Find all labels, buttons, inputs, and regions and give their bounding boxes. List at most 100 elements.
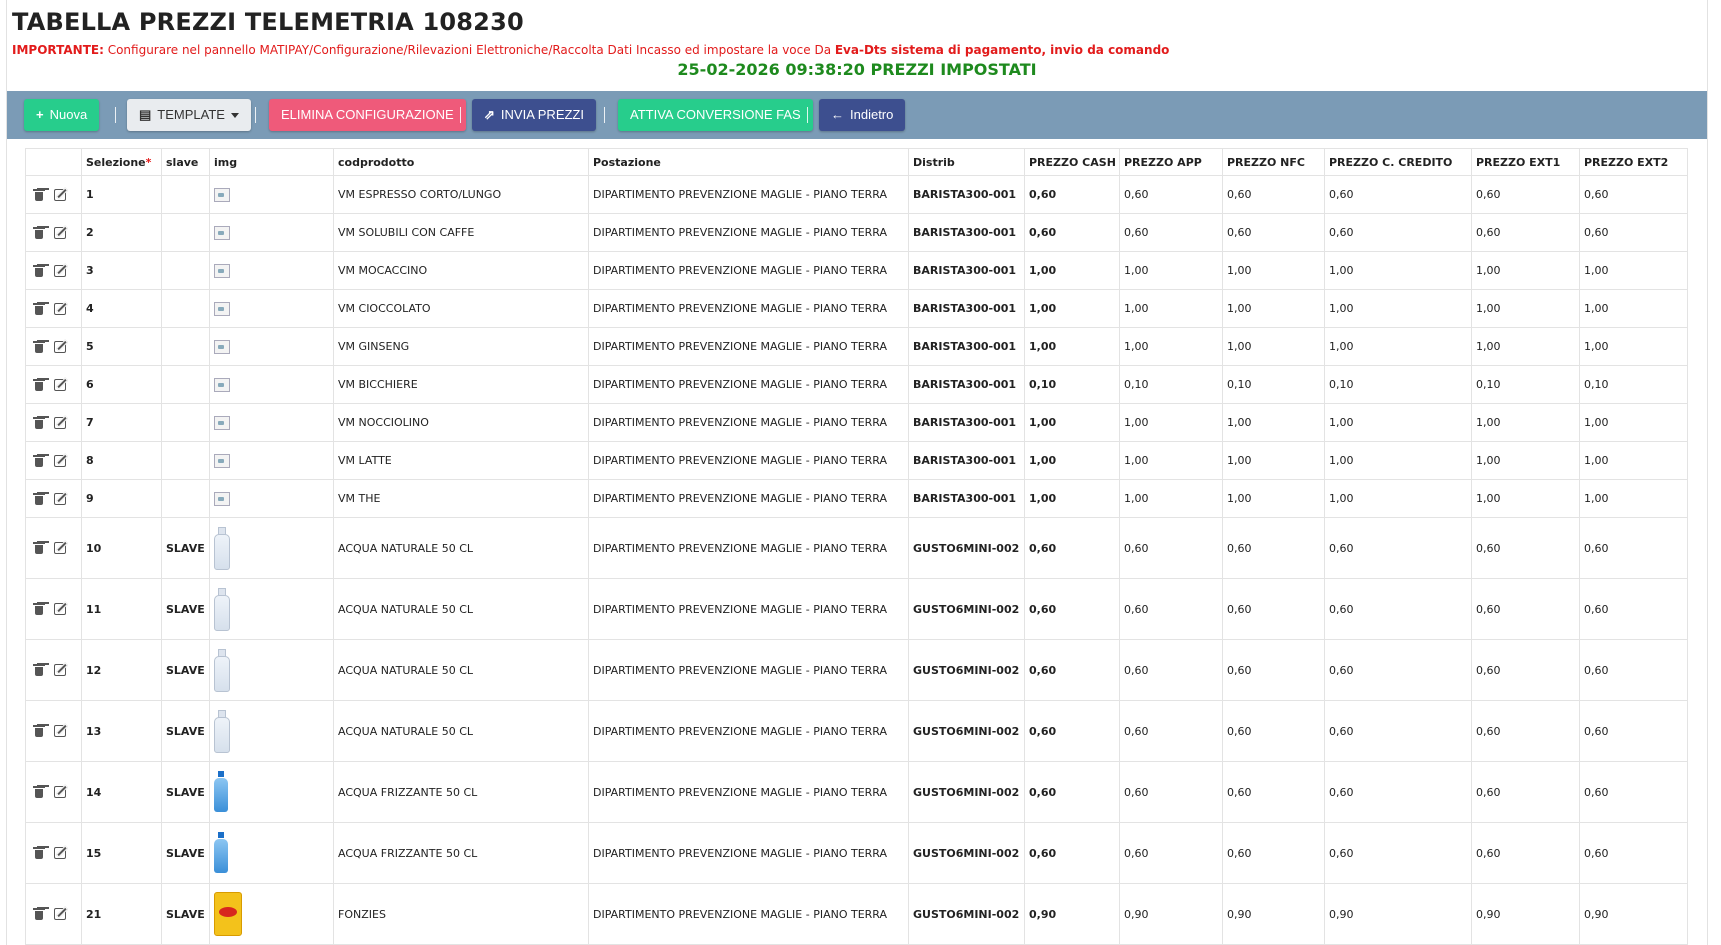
edit-icon[interactable] [54,454,66,467]
trash-icon[interactable] [32,378,46,392]
price-table-container: Selezione* slave img codprodotto Postazi… [25,148,1688,945]
edit-icon[interactable] [54,603,66,615]
send-prices-button[interactable]: ⇗ INVIA PREZZI [472,99,596,131]
toolbar: + Nuova ▤ TEMPLATE ELIMINA CONFIGURAZIONE … [7,91,1707,139]
trash-icon[interactable] [32,302,46,316]
delete-configuration-label: ELIMINA CONFIGURAZIONE [281,107,454,122]
cell-prezzo-ext1: 0,60 [1471,761,1580,823]
trash-icon[interactable] [32,846,46,860]
edit-icon[interactable] [54,725,66,737]
cell-codprodotto: VM SOLUBILI CON CAFFE [333,213,589,252]
column-header-img[interactable]: img [209,148,334,176]
edit-icon[interactable] [54,340,66,353]
cell-selezione: 1 [81,175,162,214]
cell-distrib: GUSTO6MINI-002 [908,700,1025,762]
edit-icon[interactable] [54,378,66,391]
broken-img-icon [214,339,230,354]
edit-icon[interactable] [54,492,66,505]
trash-icon[interactable] [32,340,46,354]
trash-icon[interactable] [32,724,46,738]
edit-icon[interactable] [54,542,66,554]
trash-icon[interactable] [32,188,46,202]
cell-slave: SLAVE [161,517,210,579]
trash-icon[interactable] [32,602,46,616]
cell-slave [161,213,210,252]
cell-prezzo-ext1: 1,00 [1471,403,1580,442]
chevron-down-icon [230,113,239,119]
row-actions [25,251,82,290]
trash-icon[interactable] [32,226,46,240]
edit-icon[interactable] [54,908,66,920]
trash-icon[interactable] [32,907,46,921]
trash-icon[interactable] [32,663,46,677]
table-row: 14 SLAVE ACQUA FRIZZANTE 50 CL DIPARTIMENTO… [25,761,1688,823]
column-header-codprodotto[interactable]: codprodotto [333,148,589,176]
table-row: 13 SLAVE ACQUA NATURALE 50 CL DIPARTIMENTO … [25,700,1688,762]
column-header-postazione[interactable]: Postazione [588,148,909,176]
trash-icon[interactable] [32,416,46,430]
trash-icon[interactable] [32,454,46,468]
toolbar-separator [460,107,461,123]
trash-icon[interactable] [32,541,46,555]
cell-distrib: GUSTO6MINI-002 [908,639,1025,701]
bottle-still-icon [214,588,230,631]
selezione-header-label: Selezione [86,155,146,169]
cell-postazione: DIPARTIMENTO PREVENZIONE MAGLIE - PIANO … [588,883,909,945]
cell-prezzo-cash: 0,60 [1024,175,1120,214]
bottle-fizzy-icon [214,832,228,874]
cell-img [209,479,334,518]
column-header-slave[interactable]: slave [161,148,210,176]
row-actions [25,822,82,884]
cell-prezzo-credit-card: 1,00 [1324,327,1472,366]
edit-icon[interactable] [54,226,66,239]
column-header-prezzo-ext2[interactable]: PREZZO EXT2 [1579,148,1688,176]
trash-icon[interactable] [32,264,46,278]
cell-slave [161,441,210,480]
cell-prezzo-nfc: 1,00 [1222,479,1325,518]
cell-prezzo-cash: 1,00 [1024,251,1120,290]
edit-icon[interactable] [54,264,66,277]
new-button-label: Nuova [49,107,88,122]
column-header-prezzo-nfc[interactable]: PREZZO NFC [1222,148,1325,176]
column-header-prezzo-ext1[interactable]: PREZZO EXT1 [1471,148,1580,176]
edit-icon[interactable] [54,786,66,798]
column-header-distrib[interactable]: Distrib [908,148,1025,176]
cell-img [209,578,334,640]
cell-postazione: DIPARTIMENTO PREVENZIONE MAGLIE - PIANO … [588,517,909,579]
back-button[interactable]: ← Indietro [819,99,906,131]
delete-configuration-button[interactable]: ELIMINA CONFIGURAZIONE [269,99,466,131]
row-actions [25,578,82,640]
toolbar-separator [604,107,605,123]
edit-icon[interactable] [54,664,66,676]
edit-icon[interactable] [54,302,66,315]
cell-slave: SLAVE [161,761,210,823]
cell-selezione: 3 [81,251,162,290]
column-header-selezione[interactable]: Selezione* [81,148,162,176]
cell-prezzo-ext2: 1,00 [1579,403,1688,442]
row-actions [25,479,82,518]
cell-codprodotto: ACQUA FRIZZANTE 50 CL [333,761,589,823]
cell-prezzo-cash: 0,60 [1024,822,1120,884]
column-header-prezzo-app[interactable]: PREZZO APP [1119,148,1223,176]
edit-icon[interactable] [54,847,66,859]
new-button[interactable]: + Nuova [24,99,100,131]
template-dropdown-button[interactable]: ▤ TEMPLATE [127,99,251,131]
edit-icon[interactable] [54,188,66,201]
cell-prezzo-app: 0,60 [1119,761,1223,823]
cell-prezzo-credit-card: 1,00 [1324,403,1472,442]
cell-img [209,289,334,328]
column-header-prezzo-cash[interactable]: PREZZO CASH [1024,148,1120,176]
cell-prezzo-nfc: 0,90 [1222,883,1325,945]
trash-icon[interactable] [32,785,46,799]
cell-prezzo-nfc: 1,00 [1222,403,1325,442]
cell-prezzo-cash: 0,60 [1024,578,1120,640]
cell-distrib: BARISTA300-001 [908,365,1025,404]
enable-conversion-button[interactable]: ATTIVA CONVERSIONE FAS [618,99,813,131]
column-header-prezzo-credit-card[interactable]: PREZZO C. CREDITO [1324,148,1472,176]
edit-icon[interactable] [54,416,66,429]
table-row: 6 VM BICCHIERE DIPARTIMENTO PREVENZIONE MA… [25,365,1688,404]
cell-postazione: DIPARTIMENTO PREVENZIONE MAGLIE - PIANO … [588,578,909,640]
trash-icon[interactable] [32,492,46,506]
cell-codprodotto: VM CIOCCOLATO [333,289,589,328]
cell-codprodotto: VM LATTE [333,441,589,480]
